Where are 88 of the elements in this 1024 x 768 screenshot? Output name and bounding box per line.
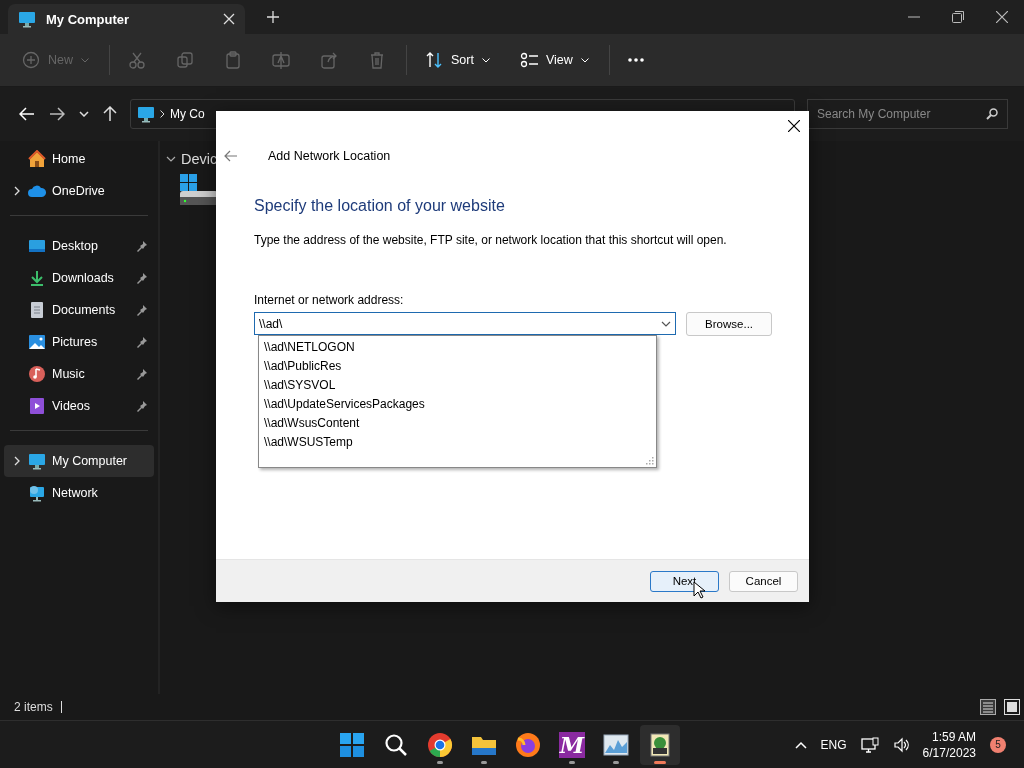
network-icon <box>28 484 46 502</box>
restore-icon[interactable] <box>952 11 964 23</box>
app-logo-icon: M <box>559 731 585 758</box>
taskbar-button[interactable] <box>640 724 680 765</box>
sidebar-item[interactable]: Downloads <box>4 262 154 294</box>
rename-icon <box>272 51 290 69</box>
group-header[interactable]: Devic <box>181 151 218 167</box>
chevron-down-icon <box>81 57 89 63</box>
plus-circle-icon <box>22 51 40 69</box>
list-view-icon <box>519 51 538 69</box>
sidebar-item[interactable]: Pictures <box>4 326 154 358</box>
sort-arrows-icon <box>425 51 443 69</box>
sidebar-item[interactable]: Network <box>4 477 154 509</box>
chevron-down-icon <box>580 57 589 63</box>
document-icon <box>28 301 46 319</box>
sidebar-item[interactable]: Music <box>4 358 154 390</box>
sidebar-item[interactable]: Desktop <box>4 230 154 262</box>
dialog-heading: Specify the location of your website <box>254 197 506 215</box>
suggestion-item[interactable]: \\ad\UpdateServicesPackages <box>264 395 651 414</box>
close-icon[interactable] <box>788 120 800 132</box>
search-field[interactable]: Search My Computer <box>807 99 1008 129</box>
taskbar-button[interactable]: M <box>552 724 592 765</box>
chevron-up-icon[interactable] <box>794 740 807 749</box>
dialog-button[interactable]: Cancel <box>729 570 798 592</box>
music-icon <box>28 365 46 383</box>
item-count: 2 items <box>14 700 53 714</box>
network-status-icon[interactable] <box>860 736 879 753</box>
window-tab[interactable]: My Computer <box>8 4 245 34</box>
download-icon <box>28 269 46 287</box>
close-icon[interactable] <box>996 11 1008 23</box>
chevron-down-icon <box>481 57 490 63</box>
details-view-icon[interactable] <box>980 699 996 715</box>
clock-time[interactable]: 1:59 AM <box>931 728 976 745</box>
tiles-view-icon[interactable] <box>1004 699 1020 715</box>
address-combo-field[interactable]: \\ad\ <box>254 312 677 335</box>
suggestion-item[interactable]: \\ad\PublicRes <box>264 357 651 376</box>
monitor-icon <box>18 10 36 28</box>
video-icon <box>28 397 46 415</box>
house-icon <box>28 150 46 168</box>
suggestion-item[interactable]: \\ad\NETLOGON <box>264 338 651 357</box>
pin-icon <box>136 336 148 348</box>
resize-grip-icon[interactable] <box>645 456 654 465</box>
more-icon <box>627 58 644 62</box>
clock-date[interactable]: 6/17/2023 <box>922 744 976 761</box>
copy-icon <box>176 51 194 69</box>
picture-icon <box>28 333 46 351</box>
pin-icon <box>136 368 148 380</box>
desktop-icon <box>28 237 46 255</box>
chevron-down-icon[interactable] <box>166 156 176 162</box>
field-label: Internet or network address: <box>254 293 405 307</box>
browser-icon <box>514 730 542 759</box>
browse-button[interactable]: Browse... <box>686 312 772 336</box>
browser-icon <box>426 730 454 759</box>
chevron-right-icon[interactable] <box>12 456 22 466</box>
monitor-icon <box>28 452 46 470</box>
clipboard-icon <box>224 51 242 69</box>
sidebar-item[interactable]: OneDrive <box>4 175 154 207</box>
breadcrumb[interactable]: My Co <box>170 107 205 121</box>
chevron-right-icon <box>160 110 165 118</box>
scissors-icon <box>128 51 146 69</box>
view-button[interactable]: View <box>509 43 599 77</box>
sidebar-item[interactable]: Videos <box>4 390 154 422</box>
description-text: Type the address of the website, FTP site, or network location that this shortcut will open. <box>254 233 728 247</box>
suggestion-item[interactable]: \\ad\WsusContent <box>264 414 651 433</box>
suggestion-item[interactable]: \\ad\SYSVOL <box>264 376 651 395</box>
pin-icon <box>136 240 148 252</box>
dialog-title: Add Network Location <box>268 149 391 163</box>
trash-icon <box>368 51 386 69</box>
language-indicator[interactable]: ENG <box>820 737 847 752</box>
suggestion-item[interactable]: \\ad\WSUSTemp <box>264 433 651 452</box>
pin-icon <box>136 272 148 284</box>
share-icon <box>320 51 338 69</box>
sort-button[interactable]: Sort <box>415 43 500 77</box>
search-icon <box>986 108 998 120</box>
pin-icon <box>136 400 148 412</box>
sidebar-item[interactable]: Documents <box>4 294 154 326</box>
forward-arrow-icon[interactable] <box>49 107 65 121</box>
speaker-icon[interactable] <box>892 736 909 753</box>
chevron-right-icon[interactable] <box>12 186 22 196</box>
start-icon <box>338 730 366 759</box>
sidebar-item[interactable]: Home <box>4 143 154 175</box>
plus-icon[interactable] <box>267 11 279 23</box>
chevron-down-icon[interactable] <box>661 320 672 327</box>
pin-icon <box>136 304 148 316</box>
monitor-icon <box>137 105 155 123</box>
notification-badge[interactable]: 5 <box>990 736 1006 753</box>
up-arrow-icon[interactable] <box>103 106 117 122</box>
sidebar-item[interactable]: My Computer <box>4 445 154 477</box>
